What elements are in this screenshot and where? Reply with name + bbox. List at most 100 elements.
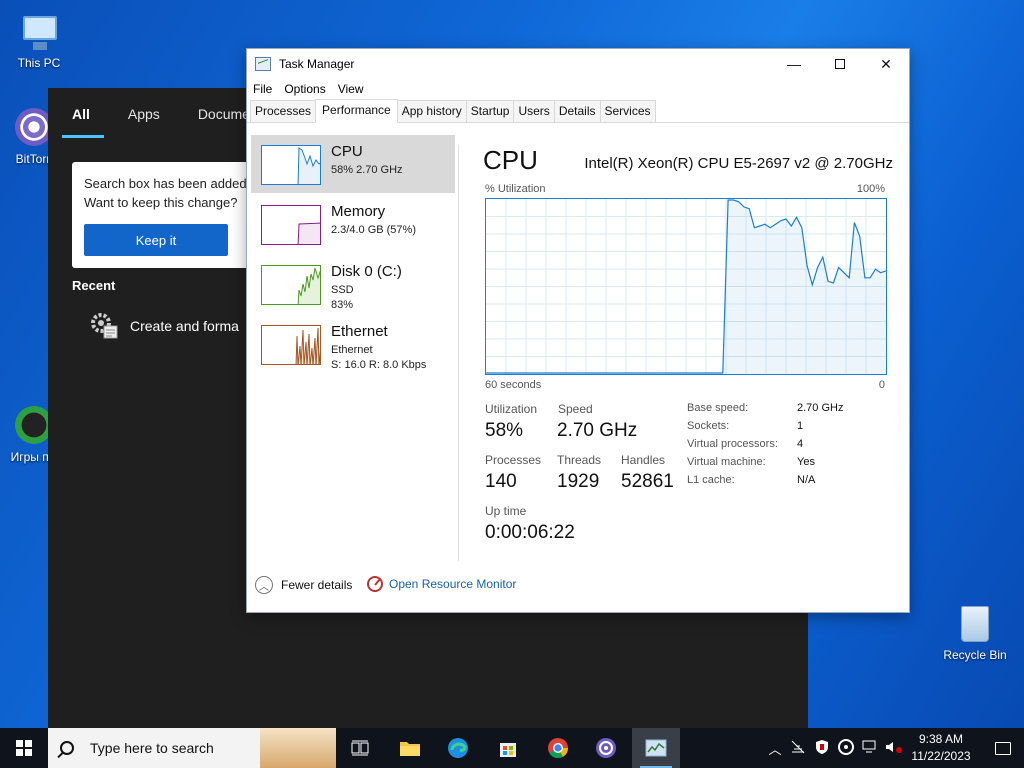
tab-services[interactable]: Services: [599, 100, 656, 122]
tab-performance[interactable]: Performance: [315, 99, 398, 123]
search-icon: [60, 741, 74, 755]
store-icon: [500, 743, 516, 757]
start-button[interactable]: [0, 728, 48, 768]
recent-item[interactable]: Create and forma: [88, 310, 239, 342]
memory-thumbnail-graph: [261, 205, 321, 245]
disk-type: SSD: [331, 284, 354, 296]
tab-processes[interactable]: Processes: [250, 100, 317, 122]
resource-item-memory[interactable]: Memory 2.3/4.0 GB (57%): [251, 195, 455, 253]
edge-button[interactable]: [434, 728, 482, 768]
resource-name: Disk 0 (C:): [331, 263, 402, 280]
clock-time: 9:38 AM: [918, 732, 964, 746]
menu-view[interactable]: View: [338, 79, 372, 99]
task-view-button[interactable]: [336, 728, 384, 768]
taskbar: Type here to search ︿ 9:38 AM 11/22/2023: [0, 728, 1024, 768]
this-pc-icon: [17, 10, 61, 54]
tab-startup[interactable]: Startup: [465, 100, 515, 122]
task-manager-taskbar-button[interactable]: [632, 728, 680, 768]
virtual-processors-value: 4: [797, 438, 804, 450]
volume-muted-icon[interactable]: [882, 740, 906, 757]
display-icon[interactable]: [858, 740, 882, 757]
system-tray: ︿: [764, 728, 906, 768]
resource-detail: 2.3/4.0 GB (57%): [331, 224, 416, 236]
base-speed-value: 2.70 GHz: [797, 402, 844, 414]
file-explorer-button[interactable]: [386, 728, 434, 768]
cpu-graph-svg: [486, 199, 887, 374]
pane-divider: [458, 145, 459, 561]
resource-detail: 58% 2.70 GHz: [331, 164, 403, 176]
search-placeholder: Type here to search: [90, 740, 214, 756]
resource-list: CPU 58% 2.70 GHz Memory 2.3/4.0 GB (57%)…: [247, 125, 457, 563]
resource-item-disk[interactable]: Disk 0 (C:) SSD 83%: [251, 255, 455, 313]
maximize-icon: [835, 59, 845, 69]
graph-max-label: 100%: [856, 183, 885, 195]
search-tab-all[interactable]: All: [48, 88, 104, 138]
desktop-icon-this-pc[interactable]: This PC: [4, 10, 74, 70]
bittorrent-button[interactable]: [582, 728, 630, 768]
processes-label: Processes: [485, 453, 542, 467]
recycle-bin-icon: [953, 602, 997, 646]
threads-value: 1929: [557, 471, 600, 492]
taskbar-clock[interactable]: 9:38 AM 11/22/2023: [904, 731, 978, 765]
search-tab-apps[interactable]: Apps: [104, 88, 174, 138]
title-bar[interactable]: Task Manager — ✕: [247, 49, 909, 79]
taskbar-search-box[interactable]: Type here to search: [48, 728, 336, 768]
close-button[interactable]: ✕: [863, 49, 909, 79]
notification-line-2: Want to keep this change?: [84, 195, 238, 210]
tab-users[interactable]: Users: [513, 100, 555, 122]
menu-bar: File Options View: [247, 79, 909, 99]
ethernet-adapter: Ethernet: [331, 344, 373, 356]
close-icon: ✕: [880, 55, 892, 72]
graph-time-label: 60 seconds: [485, 379, 542, 391]
resource-name: Memory: [331, 203, 386, 220]
cpu-thumbnail-graph: [261, 145, 321, 185]
cpu-heading: CPU: [483, 145, 538, 175]
virtual-processors-key: Virtual processors:: [687, 438, 778, 450]
keep-it-button[interactable]: Keep it: [84, 224, 228, 256]
folder-icon: [400, 742, 420, 756]
resource-monitor-label: Open Resource Monitor: [389, 577, 517, 591]
tab-details[interactable]: Details: [553, 100, 601, 122]
resource-detail: SSD 83%: [331, 283, 354, 313]
open-resource-monitor-link[interactable]: Open Resource Monitor: [367, 576, 516, 592]
windows-logo-icon: [16, 740, 32, 756]
fewer-details-label: Fewer details: [281, 578, 353, 592]
minimize-button[interactable]: —: [771, 49, 817, 79]
store-button[interactable]: [484, 728, 532, 768]
tab-app-history[interactable]: App history: [396, 100, 467, 122]
fewer-details-button[interactable]: ︿ Fewer details: [255, 576, 352, 594]
resource-item-cpu[interactable]: CPU 58% 2.70 GHz: [251, 135, 455, 193]
desktop-icon-recycle-bin[interactable]: Recycle Bin: [940, 602, 1010, 662]
tab-strip: Processes Performance App history Startu…: [247, 99, 909, 123]
maximize-button[interactable]: [817, 49, 863, 79]
threads-label: Threads: [557, 453, 602, 467]
bittorrent-tray-icon[interactable]: [834, 738, 858, 758]
resource-name: Ethernet: [331, 323, 388, 340]
minimize-icon: —: [787, 56, 801, 72]
action-center-button[interactable]: [982, 728, 1024, 768]
menu-file[interactable]: File: [253, 79, 280, 99]
task-manager-window: Task Manager — ✕ File Options View Proce…: [246, 48, 910, 613]
desktop-icon-label: Recycle Bin: [943, 648, 1007, 662]
chrome-icon: [548, 738, 569, 759]
cpu-utilization-graph: [485, 198, 887, 375]
resource-item-ethernet[interactable]: Ethernet Ethernet S: 16.0 R: 8.0 Kbps: [251, 315, 455, 373]
utilization-value: 58%: [485, 420, 524, 441]
task-manager-icon: [255, 57, 271, 71]
graph-zero-label: 0: [878, 379, 885, 391]
chrome-button[interactable]: [534, 728, 582, 768]
speed-label: Speed: [558, 402, 593, 416]
shield-icon[interactable]: [810, 739, 834, 758]
utilization-label: Utilization: [485, 402, 538, 416]
show-hidden-icons-chevron-icon[interactable]: ︿: [764, 739, 786, 758]
virtual-machine-key: Virtual machine:: [687, 456, 766, 468]
clock-date: 11/22/2023: [911, 749, 971, 763]
task-view-icon: [351, 740, 369, 756]
window-title: Task Manager: [279, 57, 355, 71]
network-off-icon[interactable]: [786, 740, 810, 757]
disk-thumbnail-graph: [261, 265, 321, 305]
sockets-key: Sockets:: [687, 420, 730, 432]
speed-value: 2.70 GHz: [557, 420, 638, 441]
menu-options[interactable]: Options: [284, 79, 333, 99]
processes-value: 140: [485, 471, 517, 492]
